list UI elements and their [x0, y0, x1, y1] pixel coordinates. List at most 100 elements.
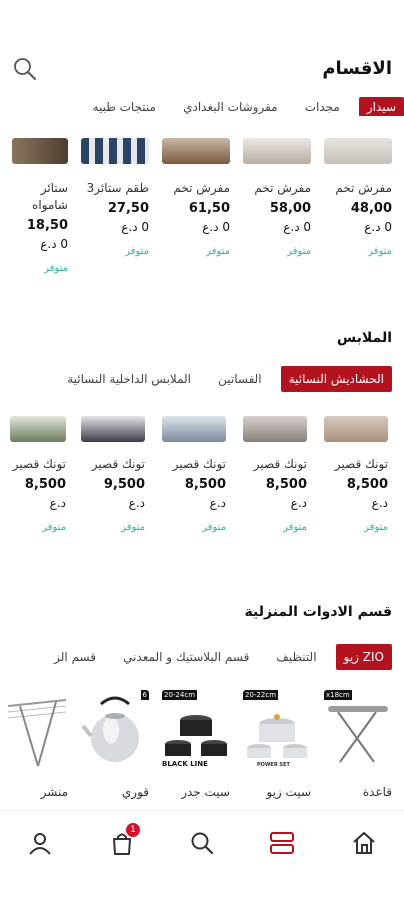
product-card[interactable]: 6 قوري [81, 690, 149, 801]
product-card[interactable]: منشر [8, 690, 68, 801]
availability-label: متوفر [202, 522, 226, 533]
search-icon[interactable] [182, 823, 222, 863]
tab-mujaddat[interactable]: مجدات [297, 94, 348, 116]
product-currency: د.ع [128, 496, 145, 510]
section-title: قسم الادوات المنزلية [244, 604, 392, 620]
tab-plastic-metal[interactable]: قسم البلاستيك و المعدني [115, 644, 257, 670]
product-card[interactable]: مفرش تخم 48,00 0 د.ع متوفر [324, 138, 392, 257]
tab-womens-pants[interactable]: الحشاديش النسائية [280, 366, 392, 392]
search-icon[interactable] [12, 56, 38, 82]
availability-label: متوفر [287, 246, 311, 257]
product-card[interactable]: تونك قصير 8,500 د.ع متوفر [162, 416, 226, 533]
tab-sidar[interactable]: سيدار [358, 97, 404, 116]
tab-cleaning[interactable]: التنظيف [268, 644, 324, 670]
product-image [324, 416, 388, 442]
product-currency: 0 د.ع [364, 220, 392, 234]
product-name: تونك قصير [334, 457, 388, 471]
availability-label: متوفر [283, 522, 307, 533]
tab-zio[interactable]: ZIO زيو [335, 644, 392, 670]
product-name: ستائر شامواه [32, 181, 68, 212]
set-label: POWER SET [257, 762, 290, 768]
availability-label: متوفر [206, 246, 230, 257]
section-tabs: ZIO زيو التنظيف قسم البلاستيك و المعدني … [0, 644, 404, 670]
product-image: x18cm [324, 690, 392, 770]
availability-label: متوفر [121, 522, 145, 533]
product-price: 27,50 [107, 201, 149, 216]
section-title: الملابس [336, 330, 392, 346]
product-name: طقم ستائر3 [86, 181, 149, 195]
brand-label: BLACK LINE [162, 760, 208, 768]
availability-label: متوفر [125, 246, 149, 257]
product-currency: 0 د.ع [40, 237, 68, 251]
product-card[interactable]: 20-22cm POWER SET سيت زيو [243, 690, 311, 801]
section-home-textiles: سيدار مجدات مفروشات البغدادي منتجات طبيه… [0, 94, 404, 294]
cart-count-badge: 1 [126, 823, 140, 837]
cart-icon[interactable]: 1 [102, 823, 142, 863]
availability-label: متوفر [368, 246, 392, 257]
product-name: تونك قصير [253, 457, 307, 471]
product-image [81, 138, 149, 164]
product-image [243, 138, 311, 164]
product-card[interactable]: ستائر شامواه 18,50 0 د.ع متوفر [12, 138, 68, 274]
product-image [162, 416, 226, 442]
section-tabs: الحشاديش النسائية الفساتين الملابس الداخ… [0, 366, 404, 392]
categories-icon[interactable] [262, 823, 302, 863]
tab-more[interactable]: قسم الز [46, 644, 104, 670]
product-card[interactable]: مفرش تخم 61,50 0 د.ع متوفر [162, 138, 230, 257]
product-name: قوري [121, 785, 149, 799]
tab-baghdadi[interactable]: مفروشات البغدادي [175, 94, 286, 116]
tab-medical[interactable]: منتجات طبيه [85, 94, 164, 116]
product-name: تونك قصير [91, 457, 145, 471]
product-price: 58,00 [269, 201, 311, 216]
availability-label: متوفر [364, 522, 388, 533]
product-image [12, 138, 68, 164]
product-card[interactable]: x18cm قاعدة [324, 690, 392, 801]
product-price: 48,00 [350, 201, 392, 216]
tab-womens-underwear[interactable]: الملابس الداخلية النسائية [59, 366, 199, 392]
product-price: 8,500 [24, 477, 66, 492]
size-tag: 6 [140, 690, 149, 700]
product-card[interactable]: مفرش تخم 58,00 0 د.ع متوفر [243, 138, 311, 257]
product-name: مفرش تخم [335, 181, 392, 195]
top-bar: الاقسام [0, 52, 404, 88]
section-clothing: الملابس الحشاديش النسائية الفساتين الملا… [0, 330, 404, 570]
product-price: 9,500 [103, 477, 145, 492]
availability-label: متوفر [44, 263, 68, 274]
product-currency: د.ع [290, 496, 307, 510]
product-card[interactable]: تونك قصير 9,500 د.ع متوفر [81, 416, 145, 533]
product-card[interactable]: تونك قصير 8,500 د.ع متوفر [243, 416, 307, 533]
product-image: 20-22cm POWER SET [243, 690, 311, 770]
profile-icon[interactable] [20, 823, 60, 863]
product-price: 18,50 [26, 218, 68, 233]
size-tag: 20-22cm [243, 690, 279, 700]
product-name: مفرش تخم [173, 181, 230, 195]
product-name: منشر [40, 785, 68, 799]
product-price: 8,500 [265, 477, 307, 492]
size-tag: x18cm [324, 690, 352, 700]
product-name: سيت جدر [181, 785, 230, 799]
product-currency: د.ع [209, 496, 226, 510]
product-card[interactable]: 20-24cm BLACK LINE سيت جدر [162, 690, 230, 801]
home-icon[interactable] [344, 823, 384, 863]
product-currency: 0 د.ع [283, 220, 311, 234]
product-image [8, 690, 68, 770]
product-name: مفرش تخم [254, 181, 311, 195]
product-image: 20-24cm BLACK LINE [162, 690, 230, 770]
product-name: تونك قصير [172, 457, 226, 471]
product-currency: د.ع [49, 496, 66, 510]
product-currency: 0 د.ع [202, 220, 230, 234]
size-tag: 20-24cm [162, 690, 198, 700]
product-image [10, 416, 66, 442]
product-card[interactable]: طقم ستائر3 27,50 0 د.ع متوفر [81, 138, 149, 257]
page-title: الاقسام [322, 58, 392, 79]
product-card[interactable]: تونك قصير 8,500 د.ع متوفر [324, 416, 388, 533]
product-price: 8,500 [184, 477, 226, 492]
product-currency: 0 د.ع [121, 220, 149, 234]
product-name: تونك قصير [12, 457, 66, 471]
tab-dresses[interactable]: الفساتين [210, 366, 270, 392]
product-image [243, 416, 307, 442]
product-card[interactable]: تونك قصير 8,500 د.ع متوفر [10, 416, 66, 533]
section-household: قسم الادوات المنزلية ZIO زيو التنظيف قسم… [0, 604, 404, 814]
product-currency: د.ع [371, 496, 388, 510]
availability-label: متوفر [42, 522, 66, 533]
